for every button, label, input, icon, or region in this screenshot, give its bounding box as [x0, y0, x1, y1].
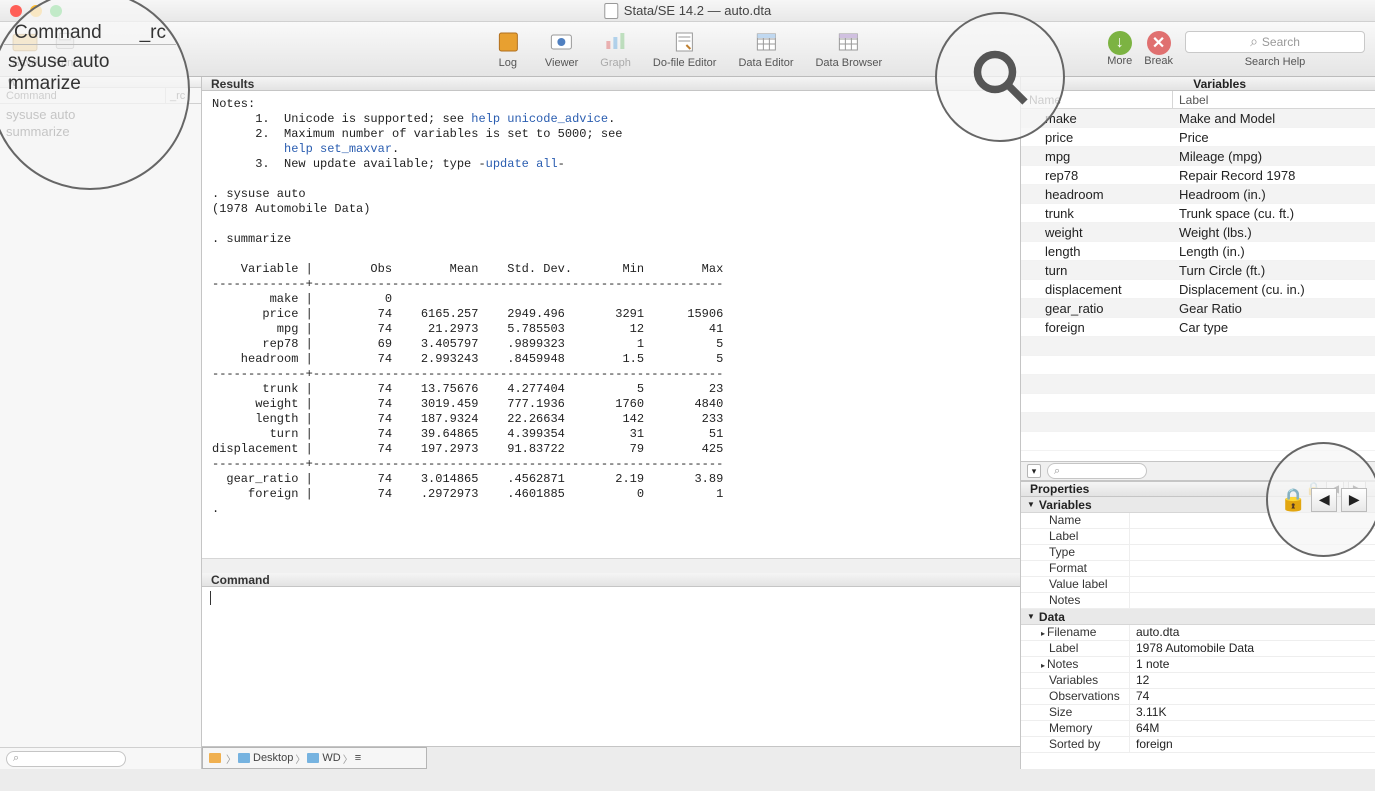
- save-button[interactable]: Save: [10, 29, 40, 69]
- close-window-icon[interactable]: [10, 5, 22, 17]
- property-row[interactable]: Label1978 Automobile Data: [1021, 641, 1375, 657]
- review-col-rc[interactable]: _rc: [166, 88, 201, 103]
- window-title-text: Stata/SE 14.2 — auto.dta: [624, 3, 771, 18]
- variable-row[interactable]: turnTurn Circle (ft.): [1021, 261, 1375, 280]
- window-titlebar: Stata/SE 14.2 — auto.dta: [0, 0, 1375, 22]
- properties-title: Properties 🔒 ◀ ▶: [1021, 481, 1375, 497]
- property-row[interactable]: Size3.11K: [1021, 705, 1375, 721]
- property-row[interactable]: Sorted byforeign: [1021, 737, 1375, 753]
- variable-row[interactable]: trunkTrunk space (cu. ft.): [1021, 204, 1375, 223]
- results-title: Results: [202, 77, 1020, 91]
- variable-row[interactable]: mpgMileage (mpg): [1021, 147, 1375, 166]
- properties-section[interactable]: Data: [1021, 609, 1375, 625]
- property-row[interactable]: Type: [1021, 545, 1375, 561]
- review-title: w: [0, 77, 201, 88]
- log-button[interactable]: Log: [493, 29, 523, 69]
- property-row[interactable]: Notes: [1021, 593, 1375, 609]
- command-title: Command: [202, 573, 1020, 587]
- review-list: sysuse autosummarize: [0, 104, 201, 747]
- variables-list: makeMake and ModelpricePricempgMileage (…: [1021, 109, 1375, 461]
- property-row[interactable]: Variables12: [1021, 673, 1375, 689]
- window-title: Stata/SE 14.2 — auto.dta: [604, 3, 771, 19]
- property-row[interactable]: Value label: [1021, 577, 1375, 593]
- properties-body: VariablesNameLabelTypeFormatValue labelN…: [1021, 497, 1375, 769]
- variable-row[interactable]: lengthLength (in.): [1021, 242, 1375, 261]
- variables-col-label[interactable]: Label: [1173, 91, 1375, 108]
- print-button[interactable]: Print: [50, 29, 80, 69]
- review-panel: w Command _rc sysuse autosummarize: [0, 77, 202, 769]
- results-scrollbar[interactable]: [202, 558, 1020, 573]
- review-col-command[interactable]: Command: [0, 88, 166, 103]
- variable-row[interactable]: pricePrice: [1021, 128, 1375, 147]
- results-output[interactable]: Notes: 1. Unicode is supported; see help…: [202, 91, 1020, 558]
- minimize-window-icon[interactable]: [30, 5, 42, 17]
- path-segment[interactable]: ≡: [355, 752, 364, 764]
- search-help-label: Search Help: [1245, 56, 1306, 68]
- graph-button[interactable]: Graph: [600, 29, 631, 69]
- command-input[interactable]: [202, 587, 1020, 747]
- search-input[interactable]: Search: [1185, 31, 1365, 53]
- traffic-lights: [0, 5, 62, 17]
- property-row[interactable]: Format: [1021, 561, 1375, 577]
- path-segment[interactable]: [209, 753, 224, 763]
- dataeditor-button[interactable]: Data Editor: [738, 29, 793, 69]
- variables-filter-input[interactable]: [1047, 463, 1147, 479]
- property-row[interactable]: Memory64M: [1021, 721, 1375, 737]
- break-button[interactable]: ✕ Break: [1144, 31, 1173, 67]
- review-item[interactable]: sysuse auto: [6, 106, 195, 123]
- property-row[interactable]: Filenameauto.dta: [1021, 625, 1375, 641]
- toolbar: Save Print Log Viewer Graph Do-file Editor D…: [0, 22, 1375, 77]
- variable-row[interactable]: rep78Repair Record 1978: [1021, 166, 1375, 185]
- property-row[interactable]: Label: [1021, 529, 1375, 545]
- document-icon: [604, 3, 618, 19]
- dofile-button[interactable]: Do-file Editor: [653, 29, 717, 69]
- review-filter-input[interactable]: [6, 751, 126, 767]
- path-segment[interactable]: WD: [307, 752, 340, 764]
- review-item[interactable]: summarize: [6, 123, 195, 140]
- variable-row[interactable]: foreignCar type: [1021, 318, 1375, 337]
- variable-row[interactable]: weightWeight (lbs.): [1021, 223, 1375, 242]
- more-icon: ↓: [1108, 31, 1132, 55]
- zoom-window-icon[interactable]: [50, 5, 62, 17]
- prev-variable-button[interactable]: ◀: [1326, 481, 1344, 497]
- variable-row[interactable]: makeMake and Model: [1021, 109, 1375, 128]
- variable-row[interactable]: gear_ratioGear Ratio: [1021, 299, 1375, 318]
- variable-row[interactable]: displacementDisplacement (cu. in.): [1021, 280, 1375, 299]
- working-directory-bar[interactable]: 〉Desktop〉WD〉≡: [202, 747, 427, 769]
- property-row[interactable]: Name: [1021, 513, 1375, 529]
- variables-col-name[interactable]: Name: [1021, 91, 1173, 108]
- variables-toggle-button[interactable]: ▾: [1027, 464, 1041, 478]
- review-header-row: Command _rc: [0, 88, 201, 104]
- databrowser-button[interactable]: Data Browser: [815, 29, 882, 69]
- path-segment[interactable]: Desktop: [238, 752, 293, 764]
- viewer-button[interactable]: Viewer: [545, 29, 578, 69]
- variable-row[interactable]: headroomHeadroom (in.): [1021, 185, 1375, 204]
- next-variable-button[interactable]: ▶: [1348, 481, 1366, 497]
- break-icon: ✕: [1147, 31, 1171, 55]
- variables-title: Variables: [1021, 77, 1375, 91]
- property-row[interactable]: Notes1 note: [1021, 657, 1375, 673]
- more-button[interactable]: ↓ More: [1107, 31, 1132, 67]
- property-row[interactable]: Observations74: [1021, 689, 1375, 705]
- lock-icon[interactable]: 🔒: [1306, 481, 1322, 497]
- properties-section[interactable]: Variables: [1021, 497, 1375, 513]
